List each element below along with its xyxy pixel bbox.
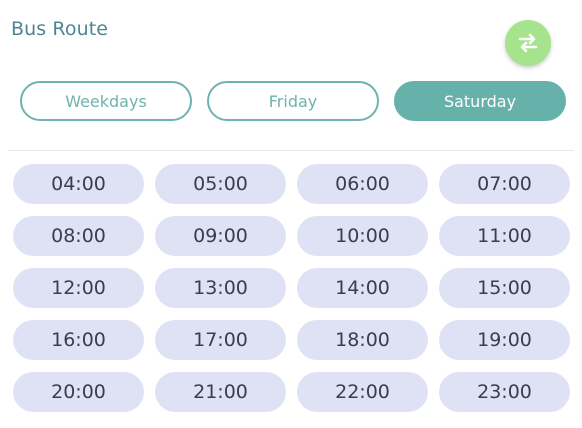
departure-time[interactable]: 07:00 xyxy=(439,164,570,204)
departure-time[interactable]: 11:00 xyxy=(439,216,570,256)
departure-time[interactable]: 15:00 xyxy=(439,268,570,308)
tab-saturday[interactable]: Saturday xyxy=(394,81,566,121)
departure-time[interactable]: 04:00 xyxy=(13,164,144,204)
tab-friday[interactable]: Friday xyxy=(207,81,379,121)
swap-arrows-icon xyxy=(518,33,538,53)
departure-time[interactable]: 06:00 xyxy=(297,164,428,204)
departure-time[interactable]: 14:00 xyxy=(297,268,428,308)
departure-time[interactable]: 17:00 xyxy=(155,320,286,360)
departure-time[interactable]: 22:00 xyxy=(297,372,428,412)
swap-direction-button[interactable] xyxy=(505,20,551,66)
departure-time[interactable]: 10:00 xyxy=(297,216,428,256)
departure-time[interactable]: 09:00 xyxy=(155,216,286,256)
departure-time[interactable]: 16:00 xyxy=(13,320,144,360)
departure-time[interactable]: 23:00 xyxy=(439,372,570,412)
departure-time[interactable]: 13:00 xyxy=(155,268,286,308)
departure-time[interactable]: 08:00 xyxy=(13,216,144,256)
departure-time[interactable]: 05:00 xyxy=(155,164,286,204)
departure-time[interactable]: 19:00 xyxy=(439,320,570,360)
departure-time[interactable]: 12:00 xyxy=(13,268,144,308)
departure-time[interactable]: 21:00 xyxy=(155,372,286,412)
departure-time[interactable]: 20:00 xyxy=(13,372,144,412)
divider xyxy=(8,150,574,151)
departure-time[interactable]: 18:00 xyxy=(297,320,428,360)
departure-times-grid: 04:00 05:00 06:00 07:00 08:00 09:00 10:0… xyxy=(13,164,570,412)
tab-weekdays[interactable]: Weekdays xyxy=(20,81,192,121)
page-title: Bus Route xyxy=(11,18,109,40)
day-tabs: Weekdays Friday Saturday xyxy=(20,81,566,121)
